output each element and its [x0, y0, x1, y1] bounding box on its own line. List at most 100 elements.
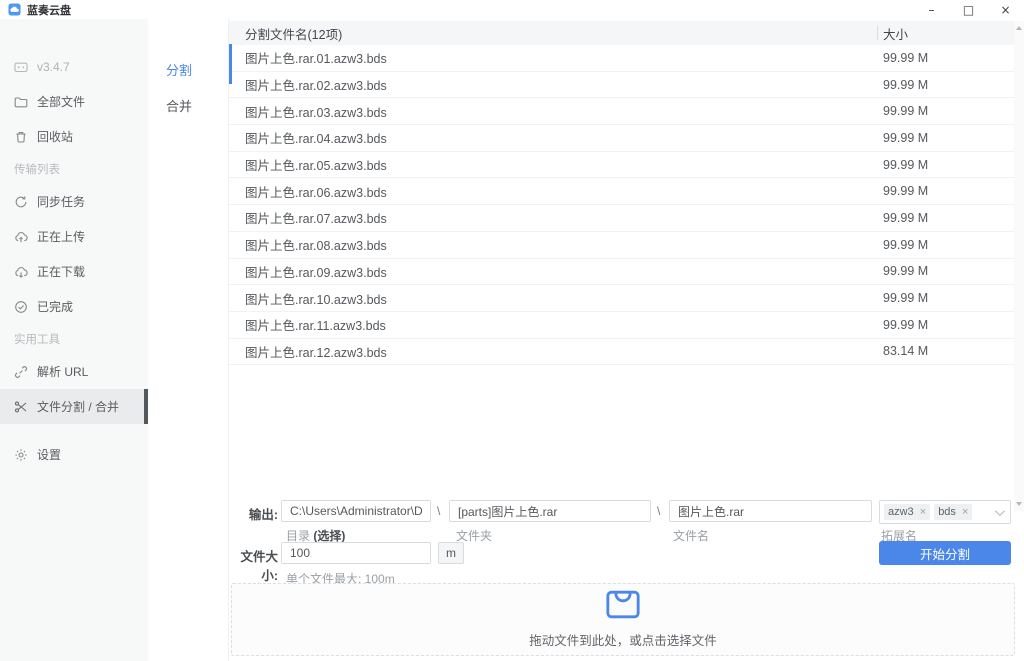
choose-dir-link[interactable]: (选择): [313, 529, 345, 543]
tab-merge[interactable]: 合并: [148, 87, 228, 123]
file-name: 图片上色.rar.02.azw3.bds: [229, 75, 387, 94]
sidebar-section-tools: 实用工具: [0, 324, 148, 354]
output-folder-input[interactable]: [449, 500, 651, 522]
gear-icon: [14, 448, 28, 462]
sidebar-item-settings[interactable]: 设置: [0, 437, 148, 472]
table-row[interactable]: 图片上色.rar.07.azw3.bds 99.99 M: [229, 205, 1024, 232]
file-size: 99.99 M: [883, 158, 928, 172]
sidebar-item-downloading[interactable]: 正在下载: [0, 254, 148, 289]
file-name: 图片上色.rar.07.azw3.bds: [229, 208, 387, 227]
file-table-body: 图片上色.rar.01.azw3.bds 99.99 M 图片上色.rar.02…: [229, 45, 1024, 365]
table-row[interactable]: 图片上色.rar.09.azw3.bds 99.99 M: [229, 259, 1024, 286]
extension-tag: azw3 ×: [884, 504, 930, 520]
trash-icon: [14, 130, 28, 144]
tag-label: bds: [938, 506, 959, 518]
file-name: 图片上色.rar.08.azw3.bds: [229, 235, 387, 254]
sidebar-item-label: 回收站: [37, 128, 73, 145]
output-filename-input[interactable]: [669, 500, 872, 522]
file-name: 图片上色.rar.09.azw3.bds: [229, 262, 387, 281]
file-name: 图片上色.rar.03.azw3.bds: [229, 102, 387, 121]
table-row[interactable]: 图片上色.rar.12.azw3.bds 83.14 M: [229, 339, 1024, 366]
scroll-down-icon[interactable]: [1016, 502, 1022, 506]
table-row[interactable]: 图片上色.rar.03.azw3.bds 99.99 M: [229, 98, 1024, 125]
table-row[interactable]: 图片上色.rar.04.azw3.bds 99.99 M: [229, 125, 1024, 152]
window-controls: – □ ×: [913, 0, 1024, 19]
file-name: 图片上色.rar.01.azw3.bds: [229, 48, 387, 67]
name-column-header: 分割文件名(12项): [229, 24, 342, 43]
minimize-button[interactable]: –: [913, 0, 950, 19]
sidebar-item-version: v3.4.7: [0, 49, 148, 84]
table-scrollbar[interactable]: [1014, 21, 1024, 511]
sidebar-item-label: 全部文件: [37, 93, 85, 110]
cloud-download-icon: [14, 265, 28, 279]
file-size-label: 文件大小:: [229, 546, 278, 584]
sidebar-item-label: 文件分割 / 合并: [37, 398, 119, 415]
version-icon: [14, 60, 28, 74]
table-row[interactable]: 图片上色.rar.02.azw3.bds 99.99 M: [229, 72, 1024, 99]
sidebar: v3.4.7 全部文件 回收站 传输列表 同步任务: [0, 19, 148, 661]
table-row[interactable]: 图片上色.rar.11.azw3.bds 99.99 M: [229, 312, 1024, 339]
content-panel: 分割文件名(12项) 大小 图片上色.rar.01.azw3.bds 99.99…: [228, 19, 1024, 661]
table-row[interactable]: 图片上色.rar.05.azw3.bds 99.99 M: [229, 152, 1024, 179]
close-button[interactable]: ×: [987, 0, 1024, 19]
table-row[interactable]: 图片上色.rar.10.azw3.bds 99.99 M: [229, 285, 1024, 312]
file-size: 99.99 M: [883, 184, 928, 198]
extension-tag-select[interactable]: azw3 × bds ×: [879, 500, 1011, 524]
table-row[interactable]: 图片上色.rar.06.azw3.bds 99.99 M: [229, 178, 1024, 205]
file-name: 图片上色.rar.04.azw3.bds: [229, 128, 387, 147]
sidebar-item-uploading[interactable]: 正在上传: [0, 219, 148, 254]
scissors-icon: [14, 400, 28, 414]
drop-zone-text: 拖动文件到此处，或点击选择文件: [529, 630, 717, 649]
cloud-upload-icon: [14, 230, 28, 244]
size-column-header: 大小: [883, 24, 908, 43]
app-title: 蓝奏云盘: [27, 2, 71, 18]
table-row[interactable]: 图片上色.rar.01.azw3.bds 99.99 M: [229, 45, 1024, 72]
tab-split[interactable]: 分割: [148, 51, 228, 87]
filename-hint: 文件名: [673, 527, 709, 544]
file-size: 99.99 M: [883, 211, 928, 225]
sidebar-item-split-merge[interactable]: 文件分割 / 合并: [0, 389, 148, 424]
folder-icon: [14, 95, 28, 109]
sidebar-item-label: 解析 URL: [37, 363, 88, 380]
file-name: 图片上色.rar.06.azw3.bds: [229, 182, 387, 201]
sidebar-section-transfer: 传输列表: [0, 154, 148, 184]
file-drop-zone[interactable]: 拖动文件到此处，或点击选择文件: [231, 583, 1015, 656]
sync-icon: [14, 195, 28, 209]
scroll-up-icon[interactable]: [1016, 26, 1022, 30]
tag-label: azw3: [888, 506, 917, 518]
chunk-size-input[interactable]: [281, 542, 431, 564]
column-divider: [877, 26, 878, 40]
maximize-button[interactable]: □: [950, 0, 987, 19]
table-header: 分割文件名(12项) 大小: [229, 21, 1024, 45]
table-row[interactable]: 图片上色.rar.08.azw3.bds 99.99 M: [229, 232, 1024, 259]
file-size: 99.99 M: [883, 104, 928, 118]
tag-close-icon[interactable]: ×: [962, 506, 968, 518]
inbox-icon: [606, 590, 640, 624]
file-name: 图片上色.rar.05.azw3.bds: [229, 155, 387, 174]
file-table: 分割文件名(12项) 大小 图片上色.rar.01.azw3.bds 99.99…: [229, 21, 1024, 365]
extension-tag: bds ×: [934, 504, 972, 520]
chevron-down-icon[interactable]: [995, 506, 1005, 516]
file-size: 99.99 M: [883, 78, 928, 92]
sidebar-item-recycle-bin[interactable]: 回收站: [0, 119, 148, 154]
sidebar-item-sync-tasks[interactable]: 同步任务: [0, 184, 148, 219]
title-bar: 蓝奏云盘 – □ ×: [0, 0, 1024, 19]
start-split-button[interactable]: 开始分割: [879, 541, 1011, 565]
file-name: 图片上色.rar.12.azw3.bds: [229, 342, 387, 361]
sidebar-item-parse-url[interactable]: 解析 URL: [0, 354, 148, 389]
file-size: 99.99 M: [883, 318, 928, 332]
file-size: 99.99 M: [883, 291, 928, 305]
file-size: 99.99 M: [883, 131, 928, 145]
subnav: 分割 合并: [148, 19, 228, 661]
sidebar-item-label: 正在上传: [37, 228, 85, 245]
path-separator: \: [437, 504, 440, 518]
size-unit-box[interactable]: m: [438, 542, 464, 564]
link-icon: [14, 365, 28, 379]
sidebar-item-label: v3.4.7: [37, 60, 70, 74]
sidebar-item-completed[interactable]: 已完成: [0, 289, 148, 324]
output-dir-input[interactable]: [281, 500, 431, 522]
tag-close-icon[interactable]: ×: [920, 506, 926, 518]
sidebar-item-label: 正在下载: [37, 263, 85, 280]
path-separator: \: [657, 504, 660, 518]
sidebar-item-all-files[interactable]: 全部文件: [0, 84, 148, 119]
